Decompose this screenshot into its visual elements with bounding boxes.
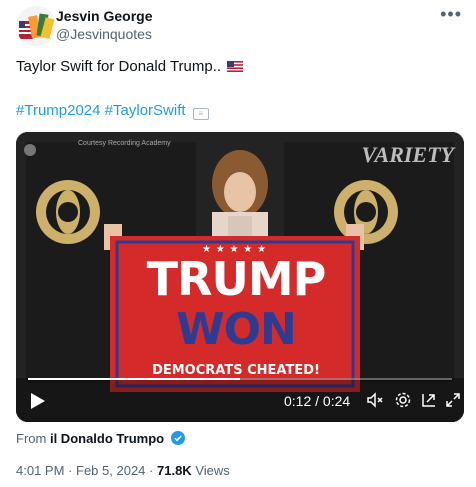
source-name[interactable]: il Donaldo Trumpo: [50, 431, 164, 446]
hashtag-taylorswift[interactable]: #TaylorSwift: [105, 102, 186, 119]
hashtag-trump2024[interactable]: #Trump2024: [16, 102, 101, 119]
more-options-icon[interactable]: •••: [440, 4, 462, 25]
meta-separator: ·: [149, 463, 154, 478]
banner-democrats-cheated: DEMOCRATS CHEATED!: [152, 363, 320, 378]
video-time: 0:12 / 0:24: [284, 393, 351, 409]
fullscreen-icon[interactable]: [444, 391, 462, 409]
tweet-text-line: Taylor Swift for Donald Trump..: [16, 58, 244, 75]
hashtags: #Trump2024 #TaylorSwift ≡: [16, 102, 209, 120]
tweet-time[interactable]: 4:01 PM: [16, 463, 64, 478]
progress-fill: [28, 378, 240, 380]
tweet-date[interactable]: Feb 5, 2024: [76, 463, 145, 478]
author-name[interactable]: Jesvin George: [56, 8, 153, 24]
views-count: 71.8K: [157, 463, 192, 478]
banner-won: WON: [176, 304, 297, 355]
tweet-text: Taylor Swift for Donald Trump..: [16, 58, 222, 75]
mute-icon[interactable]: [366, 391, 384, 409]
source-attribution: From il Donaldo Trumpo: [16, 431, 185, 446]
video-controls: 0:12 / 0:24: [16, 378, 464, 422]
verified-badge-icon: [170, 431, 185, 445]
banner-trump: TRUMP: [146, 252, 327, 306]
variety-watermark: VARIETY: [361, 142, 454, 167]
media-label-icon: ≡: [192, 108, 209, 120]
tweet-meta: 4:01 PM · Feb 5, 2024 · 71.8K Views: [16, 463, 230, 478]
video-player[interactable]: Courtesy Recording Academy VARIETY ★ ★ ★…: [16, 132, 464, 422]
meta-separator: ·: [68, 463, 73, 478]
author-handle[interactable]: @Jesvinquotes: [56, 26, 152, 42]
settings-icon[interactable]: [394, 391, 412, 409]
avatar-image: [16, 6, 56, 46]
views-label: Views: [195, 463, 230, 478]
video-credit: Courtesy Recording Academy: [78, 140, 171, 147]
picture-in-picture-icon[interactable]: [420, 391, 438, 409]
avatar[interactable]: [16, 6, 56, 46]
progress-bar[interactable]: [28, 378, 452, 380]
play-icon[interactable]: [26, 390, 48, 412]
us-flag-icon: [227, 61, 244, 72]
source-prefix: From: [16, 431, 47, 446]
